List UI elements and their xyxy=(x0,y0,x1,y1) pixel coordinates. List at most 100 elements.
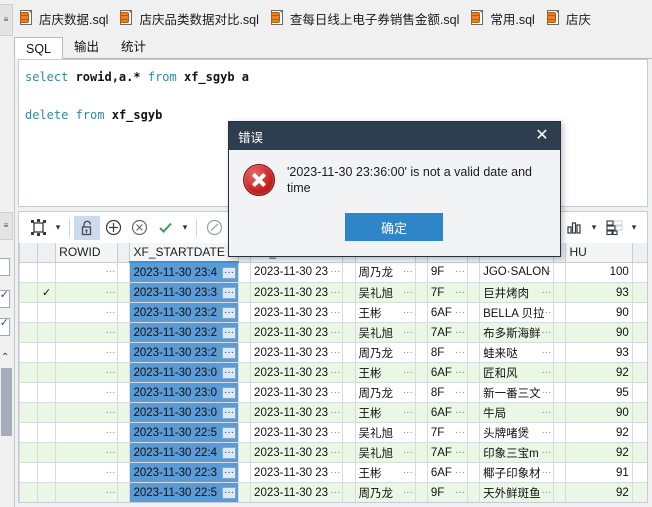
cell-editor-icon[interactable]: ··· xyxy=(455,367,465,378)
header-filter-rowid[interactable] xyxy=(117,243,131,263)
cell-editor-icon[interactable]: ··· xyxy=(455,467,465,478)
cell-spacer-zhu[interactable] xyxy=(631,322,647,343)
cell-spacer-enddate[interactable] xyxy=(342,382,356,403)
cell-editor-icon[interactable]: ··· xyxy=(222,446,236,459)
cell-spacer-startdate[interactable] xyxy=(237,282,252,303)
cell-editor-icon[interactable]: ··· xyxy=(403,487,413,498)
file-tab-0[interactable]: 店庆数据.sql xyxy=(14,1,114,35)
cell-editor-icon[interactable]: ··· xyxy=(330,487,340,498)
cell-spacer-enddate[interactable] xyxy=(342,362,356,383)
cell-editor-icon[interactable]: ··· xyxy=(222,466,236,479)
cell-spacer-startdate[interactable] xyxy=(237,422,252,443)
cell-editor-icon[interactable]: ··· xyxy=(541,327,551,338)
cell-editor-icon[interactable]: ··· xyxy=(455,327,465,338)
cell-xf-shop[interactable]: 蛙来哒 ··· xyxy=(479,342,555,363)
cell-xf-startdate[interactable]: 2023-11-30 22:5 ··· xyxy=(129,422,239,443)
layout-dropdown-icon[interactable]: ▾ xyxy=(627,216,641,240)
cell-editor-icon[interactable]: ··· xyxy=(222,266,236,279)
cell-spacer-rowid[interactable] xyxy=(117,322,131,343)
delete-record-icon[interactable] xyxy=(126,216,152,240)
cell-xf-shop[interactable]: JGO·SALON ··· xyxy=(479,261,555,283)
row-check-cell[interactable] xyxy=(37,362,57,383)
cell-spacer-floor[interactable] xyxy=(467,342,481,363)
cell-xf-startdate[interactable]: 2023-11-30 22:4 ··· xyxy=(129,442,239,463)
cell-editor-icon[interactable]: ··· xyxy=(403,447,413,458)
tab-statistics[interactable]: 统计 xyxy=(110,36,157,58)
row-selector-cell[interactable] xyxy=(19,282,39,303)
cell-spacer-rowid[interactable] xyxy=(117,261,131,283)
cell-editor-icon[interactable]: ··· xyxy=(222,306,236,319)
cell-spacer-enddate[interactable] xyxy=(342,482,356,502)
cell-xf-floor[interactable]: 7F ··· xyxy=(426,282,469,303)
cell-xf-zhu[interactable]: 90 xyxy=(565,322,633,343)
header-filter-zhu[interactable] xyxy=(631,243,647,263)
cell-spacer-enddate[interactable] xyxy=(342,422,356,443)
cell-spacer-rowid[interactable] xyxy=(117,342,131,363)
cell-xf-shop[interactable]: 巨井烤肉 ··· xyxy=(479,282,555,303)
cell-xf-enddate[interactable]: 2023-11-30 23 ··· xyxy=(250,342,344,363)
cell-editor-icon[interactable]: ··· xyxy=(330,287,340,298)
row-check-cell[interactable] xyxy=(37,402,57,423)
cell-spacer-name[interactable] xyxy=(414,442,428,463)
cell-xf-enddate[interactable]: 2023-11-30 23 ··· xyxy=(250,382,344,403)
cell-xf-name[interactable]: 吴礼旭 ··· xyxy=(354,322,416,343)
cell-spacer-rowid[interactable] xyxy=(117,282,131,303)
cell-spacer-shop[interactable] xyxy=(553,462,567,483)
cell-xf-startdate[interactable]: 2023-11-30 23:0 ··· xyxy=(129,382,239,403)
cell-editor-icon[interactable]: ··· xyxy=(541,267,551,277)
cell-xf-shop[interactable]: 匠和风 ··· xyxy=(479,362,555,383)
row-selector-cell[interactable] xyxy=(19,362,39,383)
cell-spacer-enddate[interactable] xyxy=(342,402,356,423)
row-check-cell[interactable] xyxy=(37,342,57,363)
cell-xf-shop[interactable]: BELLA 贝拉 ··· xyxy=(479,302,555,323)
header-xf-zhu[interactable]: HU xyxy=(565,243,633,263)
cell-editor-icon[interactable]: ··· xyxy=(541,447,551,458)
chart-dropdown-icon[interactable]: ▾ xyxy=(587,216,601,240)
cell-xf-zhu[interactable]: 100 xyxy=(565,261,633,283)
row-check-cell[interactable] xyxy=(37,442,57,463)
cell-rowid[interactable]: ··· xyxy=(55,442,119,463)
table-row[interactable]: ··· 2023-11-30 23:0 ··· 2023-11-30 23 ··· 王彬 ·… xyxy=(19,362,647,383)
table-row[interactable]: ··· 2023-11-30 23:2 ··· 2023-11-30 23 ··· 周乃龙… xyxy=(19,342,647,363)
cell-spacer-name[interactable] xyxy=(414,282,428,303)
cell-spacer-floor[interactable] xyxy=(467,382,481,403)
cell-editor-icon[interactable]: ··· xyxy=(455,307,465,318)
layout-icon[interactable] xyxy=(601,216,627,240)
cell-xf-zhu[interactable]: 93 xyxy=(565,282,633,303)
cell-editor-icon[interactable]: ··· xyxy=(541,467,551,478)
cell-spacer-floor[interactable] xyxy=(467,402,481,423)
cell-xf-enddate[interactable]: 2023-11-30 23 ··· xyxy=(250,362,344,383)
cell-spacer-name[interactable] xyxy=(414,362,428,383)
cell-editor-icon[interactable]: ··· xyxy=(222,286,236,299)
cell-editor-icon[interactable]: ··· xyxy=(455,287,465,298)
cell-editor-icon[interactable]: ··· xyxy=(330,347,340,358)
cell-editor-icon[interactable]: ··· xyxy=(105,427,115,438)
cell-rowid[interactable]: ··· xyxy=(55,462,119,483)
cell-xf-name[interactable]: 周乃龙 ··· xyxy=(354,482,416,502)
cell-spacer-zhu[interactable] xyxy=(631,282,647,303)
cell-spacer-name[interactable] xyxy=(414,382,428,403)
cell-xf-startdate[interactable]: 2023-11-30 23:2 ··· xyxy=(129,322,239,343)
row-selector-cell[interactable] xyxy=(19,322,39,343)
cell-editor-icon[interactable]: ··· xyxy=(403,267,413,277)
cell-xf-startdate[interactable]: 2023-11-30 23:0 ··· xyxy=(129,402,239,423)
cell-editor-icon[interactable]: ··· xyxy=(330,427,340,438)
row-selector-cell[interactable] xyxy=(19,462,39,483)
cell-editor-icon[interactable]: ··· xyxy=(330,447,340,458)
cell-spacer-zhu[interactable] xyxy=(631,261,647,283)
cell-spacer-enddate[interactable] xyxy=(342,342,356,363)
cell-xf-startdate[interactable]: 2023-11-30 23:4 ··· xyxy=(129,261,239,283)
cell-editor-icon[interactable]: ··· xyxy=(105,487,115,498)
cell-xf-enddate[interactable]: 2023-11-30 23 ··· xyxy=(250,442,344,463)
cell-spacer-startdate[interactable] xyxy=(237,482,252,502)
cell-spacer-shop[interactable] xyxy=(553,382,567,403)
cell-editor-icon[interactable]: ··· xyxy=(455,427,465,438)
cell-spacer-floor[interactable] xyxy=(467,362,481,383)
cell-editor-icon[interactable]: ··· xyxy=(403,307,413,318)
left-panel-checkbox-2[interactable] xyxy=(0,288,10,308)
row-selector-cell[interactable] xyxy=(19,261,39,283)
cell-spacer-rowid[interactable] xyxy=(117,382,131,403)
cell-editor-icon[interactable]: ··· xyxy=(541,487,551,498)
cell-xf-enddate[interactable]: 2023-11-30 23 ··· xyxy=(250,302,344,323)
cell-editor-icon[interactable]: ··· xyxy=(105,327,115,338)
